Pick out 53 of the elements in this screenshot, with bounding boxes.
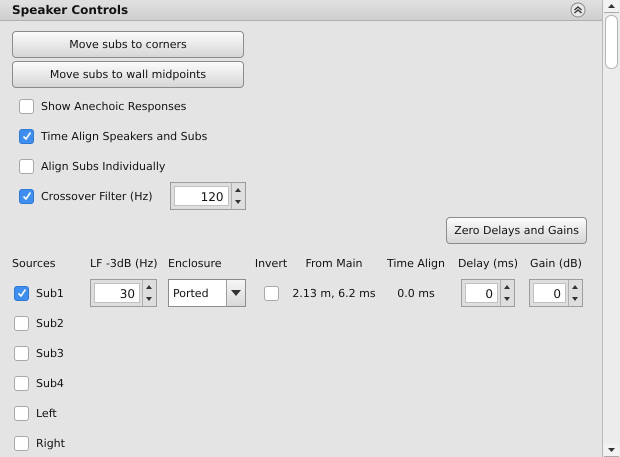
scroll-down-icon[interactable]: [604, 444, 619, 457]
column-header: Sources: [12, 256, 57, 270]
checkbox[interactable]: [14, 286, 29, 300]
spinner-value: 0: [465, 283, 498, 303]
number-spinner[interactable]: 0: [461, 279, 515, 307]
checkbox[interactable]: [14, 316, 29, 330]
checkbox[interactable]: [14, 436, 29, 450]
checkbox[interactable]: [19, 128, 34, 144]
number-spinner[interactable]: 120: [170, 182, 246, 210]
checkbox[interactable]: [19, 98, 34, 114]
checkmark-icon: [16, 287, 28, 299]
scroll-up-icon[interactable]: [604, 0, 619, 13]
column-header: Delay (ms): [456, 256, 520, 270]
option-label: Time Align Speakers and Subs: [41, 130, 208, 142]
source-label: Sub3: [36, 346, 64, 360]
checkbox[interactable]: [14, 346, 29, 360]
checkbox[interactable]: [14, 406, 29, 420]
checkbox[interactable]: [264, 286, 278, 300]
column-header: Invert: [254, 256, 288, 270]
scroll-thumb[interactable]: [605, 15, 618, 69]
source-label: Sub2: [36, 316, 64, 330]
spinner-value: 30: [94, 283, 140, 303]
checkbox[interactable]: [14, 376, 29, 390]
number-spinner[interactable]: 30: [90, 279, 157, 307]
caret-icon: [231, 290, 241, 296]
action-button[interactable]: Move subs to corners: [12, 31, 244, 58]
column-header: LF -3dB (Hz): [90, 256, 159, 270]
distance-text: 2.13 m, 6.2 ms: [292, 286, 376, 300]
checkmark-icon: [20, 130, 32, 142]
column-header: Gain (dB): [529, 256, 583, 270]
action-button[interactable]: Move subs to wall midpoints: [12, 61, 244, 88]
option-label: Show Anechoic Responses: [41, 100, 186, 112]
zero-button[interactable]: Zero Delays and Gains: [446, 217, 587, 244]
spinner-value: 120: [174, 186, 229, 206]
checkmark-icon: [20, 190, 32, 202]
number-spinner[interactable]: 0: [529, 279, 583, 307]
checkbox[interactable]: [19, 188, 34, 204]
source-label: Left: [36, 406, 57, 420]
option-label: Align Subs Individually: [41, 160, 166, 172]
source-label: Sub1: [36, 286, 64, 300]
source-label: Sub4: [36, 376, 64, 390]
time-align-text: 0.0 ms: [397, 286, 435, 300]
column-header: Time Align: [386, 256, 446, 270]
column-header: From Main: [304, 256, 364, 270]
spinner-value: 0: [533, 283, 566, 303]
collapse-icon[interactable]: [570, 2, 586, 18]
source-label: Right: [36, 436, 65, 450]
checkbox[interactable]: [19, 158, 34, 174]
panel-title: Speaker Controls: [12, 3, 128, 17]
column-header: Enclosure: [168, 256, 223, 270]
scrollbar[interactable]: [603, 0, 620, 457]
enclosure-dropdown[interactable]: Ported: [168, 279, 246, 307]
option-label: Crossover Filter (Hz): [41, 190, 153, 202]
